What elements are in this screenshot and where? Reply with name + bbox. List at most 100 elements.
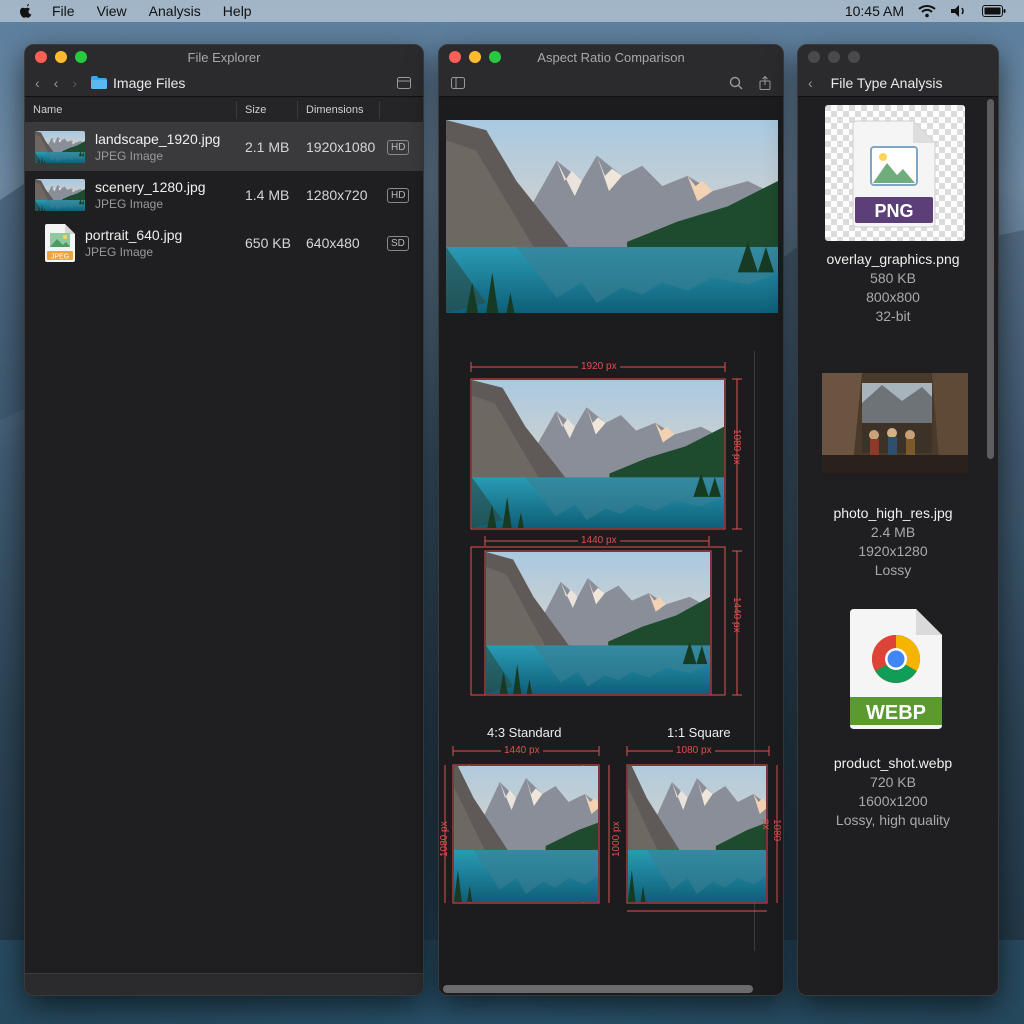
- comparison-image-1920[interactable]: [472, 380, 724, 528]
- jpeg-icon-label: JPEG: [51, 254, 69, 261]
- file-row[interactable]: JPEG portrait_640.jpg JPEG Image 650 KB …: [25, 219, 423, 267]
- file-row[interactable]: landscape_1920.jpg JPEG Image 2.1 MB 192…: [25, 123, 423, 171]
- card-file-name: photo_high_res.jpg: [833, 505, 953, 521]
- card-dimensions: 1600x1200: [858, 793, 928, 809]
- webp-file-icon[interactable]: WEBP: [850, 609, 942, 729]
- apple-icon[interactable]: [18, 3, 34, 19]
- column-headers: Name Size Dimensions: [25, 97, 423, 123]
- analysis-card: product_shot.webp 720 KB 1600x1200 Lossy…: [798, 755, 988, 828]
- menu-bar: File View Analysis Help 10:45 AM: [0, 0, 1024, 22]
- comparison-image-4-3[interactable]: [454, 766, 598, 902]
- share-icon[interactable]: [759, 75, 771, 90]
- dimension-label: 1080 px: [731, 429, 742, 465]
- photo-thumbnail[interactable]: [822, 373, 968, 473]
- quality-badge: SD: [387, 235, 409, 251]
- status-bar: [25, 973, 423, 995]
- toolbar: ‹ ‹ › Image Files: [25, 69, 423, 97]
- chevron-left-icon[interactable]: ‹: [35, 75, 40, 91]
- menu-help[interactable]: Help: [223, 3, 252, 19]
- zoom-button[interactable]: [489, 51, 501, 63]
- battery-icon[interactable]: [982, 5, 1006, 17]
- comparison-image-1-1[interactable]: [628, 766, 766, 902]
- toolbar: ‹ File Type Analysis: [798, 69, 998, 97]
- card-size: 2.4 MB: [870, 524, 916, 540]
- card-detail: 32-bit: [875, 308, 911, 324]
- file-size: 2.1 MB: [245, 139, 290, 155]
- file-name: scenery_1280.jpg: [95, 179, 206, 195]
- zoom-button[interactable]: [75, 51, 87, 63]
- file-type: JPEG Image: [95, 149, 164, 163]
- minimize-button[interactable]: [469, 51, 481, 63]
- card-detail: Lossy, high quality: [835, 812, 951, 828]
- analysis-card: overlay_graphics.png 580 KB 800x800 32-b…: [798, 251, 988, 324]
- hero-image[interactable]: [446, 120, 778, 313]
- file-dimensions: 1280x720: [306, 187, 368, 203]
- forward-icon[interactable]: ›: [72, 75, 77, 91]
- file-thumbnail: [35, 131, 85, 163]
- card-dimensions: 1920x1280: [858, 543, 928, 559]
- close-button[interactable]: [808, 51, 820, 63]
- jpeg-file-icon: JPEG: [45, 224, 75, 262]
- folder-name: Image Files: [113, 74, 186, 91]
- minimize-button[interactable]: [55, 51, 67, 63]
- file-dimensions: 640x480: [306, 235, 360, 251]
- col-size[interactable]: Size: [237, 100, 298, 119]
- back-icon[interactable]: ‹: [54, 75, 59, 91]
- file-thumbnail: [35, 179, 85, 211]
- horizontal-scrollbar[interactable]: [443, 985, 753, 993]
- comparison-canvas: 1920 px 1080 px 1440 px 1440 px 4:3 Stan…: [439, 97, 783, 995]
- zoom-button[interactable]: [848, 51, 860, 63]
- quality-badge: HD: [387, 139, 410, 155]
- menu-analysis[interactable]: Analysis: [149, 3, 201, 19]
- png-file-icon[interactable]: PNG: [825, 105, 965, 241]
- dimension-label: 1440 px: [731, 597, 742, 633]
- chevron-left-icon[interactable]: ‹: [808, 75, 813, 91]
- file-row[interactable]: scenery_1280.jpg JPEG Image 1.4 MB 1280x…: [25, 171, 423, 219]
- sidebar-toggle-icon[interactable]: [451, 76, 465, 89]
- dimension-label: 1080 px: [760, 819, 782, 842]
- toolbar: [439, 69, 783, 97]
- dimension-label: 1000 px: [611, 821, 622, 857]
- card-size: 580 KB: [870, 270, 916, 286]
- file-dimensions: 1920x1080: [306, 139, 376, 155]
- file-type-analysis-window: ‹ File Type Analysis PNG overlay_graphic…: [797, 44, 999, 996]
- col-name[interactable]: Name: [25, 100, 237, 119]
- titlebar: Aspect Ratio Comparison: [439, 45, 783, 69]
- vertical-scrollbar[interactable]: [987, 99, 994, 459]
- card-file-name: overlay_graphics.png: [826, 251, 960, 267]
- zoom-icon[interactable]: [729, 76, 743, 90]
- menu-view[interactable]: View: [97, 3, 127, 19]
- file-name: landscape_1920.jpg: [95, 131, 221, 147]
- wifi-icon[interactable]: [918, 4, 936, 18]
- dimension-label: 1080 px: [439, 821, 450, 857]
- comparison-image-1440[interactable]: [486, 552, 710, 694]
- view-options-icon[interactable]: [397, 76, 411, 89]
- volume-icon[interactable]: [950, 4, 968, 18]
- card-dimensions: 800x800: [866, 289, 920, 305]
- webp-icon-label: WEBP: [866, 702, 926, 724]
- menu-file[interactable]: File: [52, 3, 75, 19]
- file-size: 1.4 MB: [245, 187, 290, 203]
- png-icon-label: PNG: [874, 201, 913, 221]
- quality-badge: HD: [387, 187, 410, 203]
- card-size: 720 KB: [870, 774, 916, 790]
- dimension-label: 1920 px: [578, 361, 620, 372]
- col-dimensions[interactable]: Dimensions: [298, 100, 380, 119]
- titlebar: File Explorer: [25, 45, 423, 69]
- window-title: File Type Analysis: [830, 74, 943, 91]
- close-button[interactable]: [35, 51, 47, 63]
- clock[interactable]: 10:45 AM: [845, 3, 904, 19]
- file-explorer-window: File Explorer ‹ ‹ › Image Files Name Siz…: [24, 44, 424, 996]
- dimension-label: 1080 px: [673, 745, 715, 756]
- folder-icon: [91, 76, 108, 89]
- analysis-list: PNG overlay_graphics.png 580 KB 800x800 …: [798, 97, 998, 995]
- minimize-button[interactable]: [828, 51, 840, 63]
- current-folder: Image Files: [91, 75, 185, 91]
- close-button[interactable]: [449, 51, 461, 63]
- file-type: JPEG Image: [95, 197, 164, 211]
- file-type: JPEG Image: [85, 245, 154, 259]
- titlebar: [798, 45, 998, 69]
- dimension-label: 1440 px: [501, 745, 543, 756]
- file-name: portrait_640.jpg: [85, 227, 183, 243]
- file-size: 650 KB: [245, 235, 291, 251]
